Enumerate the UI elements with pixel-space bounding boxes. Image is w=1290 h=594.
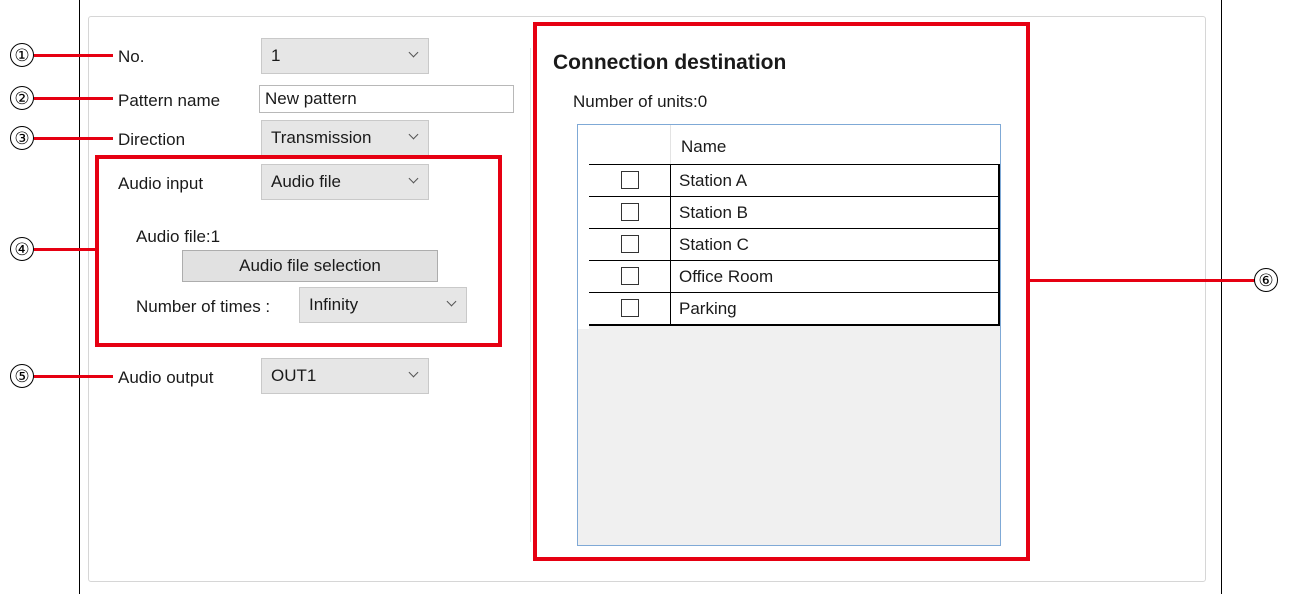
- callout-line-4: [34, 248, 97, 251]
- callout-number-1: ①: [10, 43, 34, 67]
- callout-box-connection-destination: [533, 22, 1030, 561]
- chevron-down-icon: [408, 129, 419, 140]
- chevron-down-icon: [408, 367, 419, 378]
- callout-number-6: ⑥: [1254, 268, 1278, 292]
- callout-box-audio-input: [95, 155, 502, 347]
- callout-number-2: ②: [10, 86, 34, 110]
- callout-number-3: ③: [10, 126, 34, 150]
- callout-line-1: [34, 54, 113, 57]
- audio-output-label: Audio output: [118, 368, 214, 387]
- panel-divider: [530, 48, 531, 542]
- callout-line-6: [1030, 279, 1256, 282]
- window-border-left: [79, 0, 80, 594]
- chevron-down-icon: [408, 47, 419, 58]
- callout-number-5: ⑤: [10, 364, 34, 388]
- callout-line-2: [34, 97, 113, 100]
- direction-select-value: Transmission: [271, 128, 372, 147]
- window-border-right: [1221, 0, 1222, 594]
- pattern-name-input[interactable]: New pattern: [259, 85, 514, 113]
- direction-label: Direction: [118, 130, 186, 149]
- audio-output-select[interactable]: OUT1: [261, 358, 429, 394]
- no-label: No.: [118, 47, 145, 66]
- no-select-value: 1: [271, 46, 281, 65]
- callout-line-3: [34, 137, 113, 140]
- audio-output-select-value: OUT1: [271, 366, 317, 385]
- no-select[interactable]: 1: [261, 38, 429, 74]
- pattern-name-value: New pattern: [265, 89, 357, 108]
- callout-number-4: ④: [10, 237, 34, 261]
- direction-select[interactable]: Transmission: [261, 120, 429, 156]
- pattern-name-label: Pattern name: [118, 91, 221, 110]
- callout-line-5: [34, 375, 113, 378]
